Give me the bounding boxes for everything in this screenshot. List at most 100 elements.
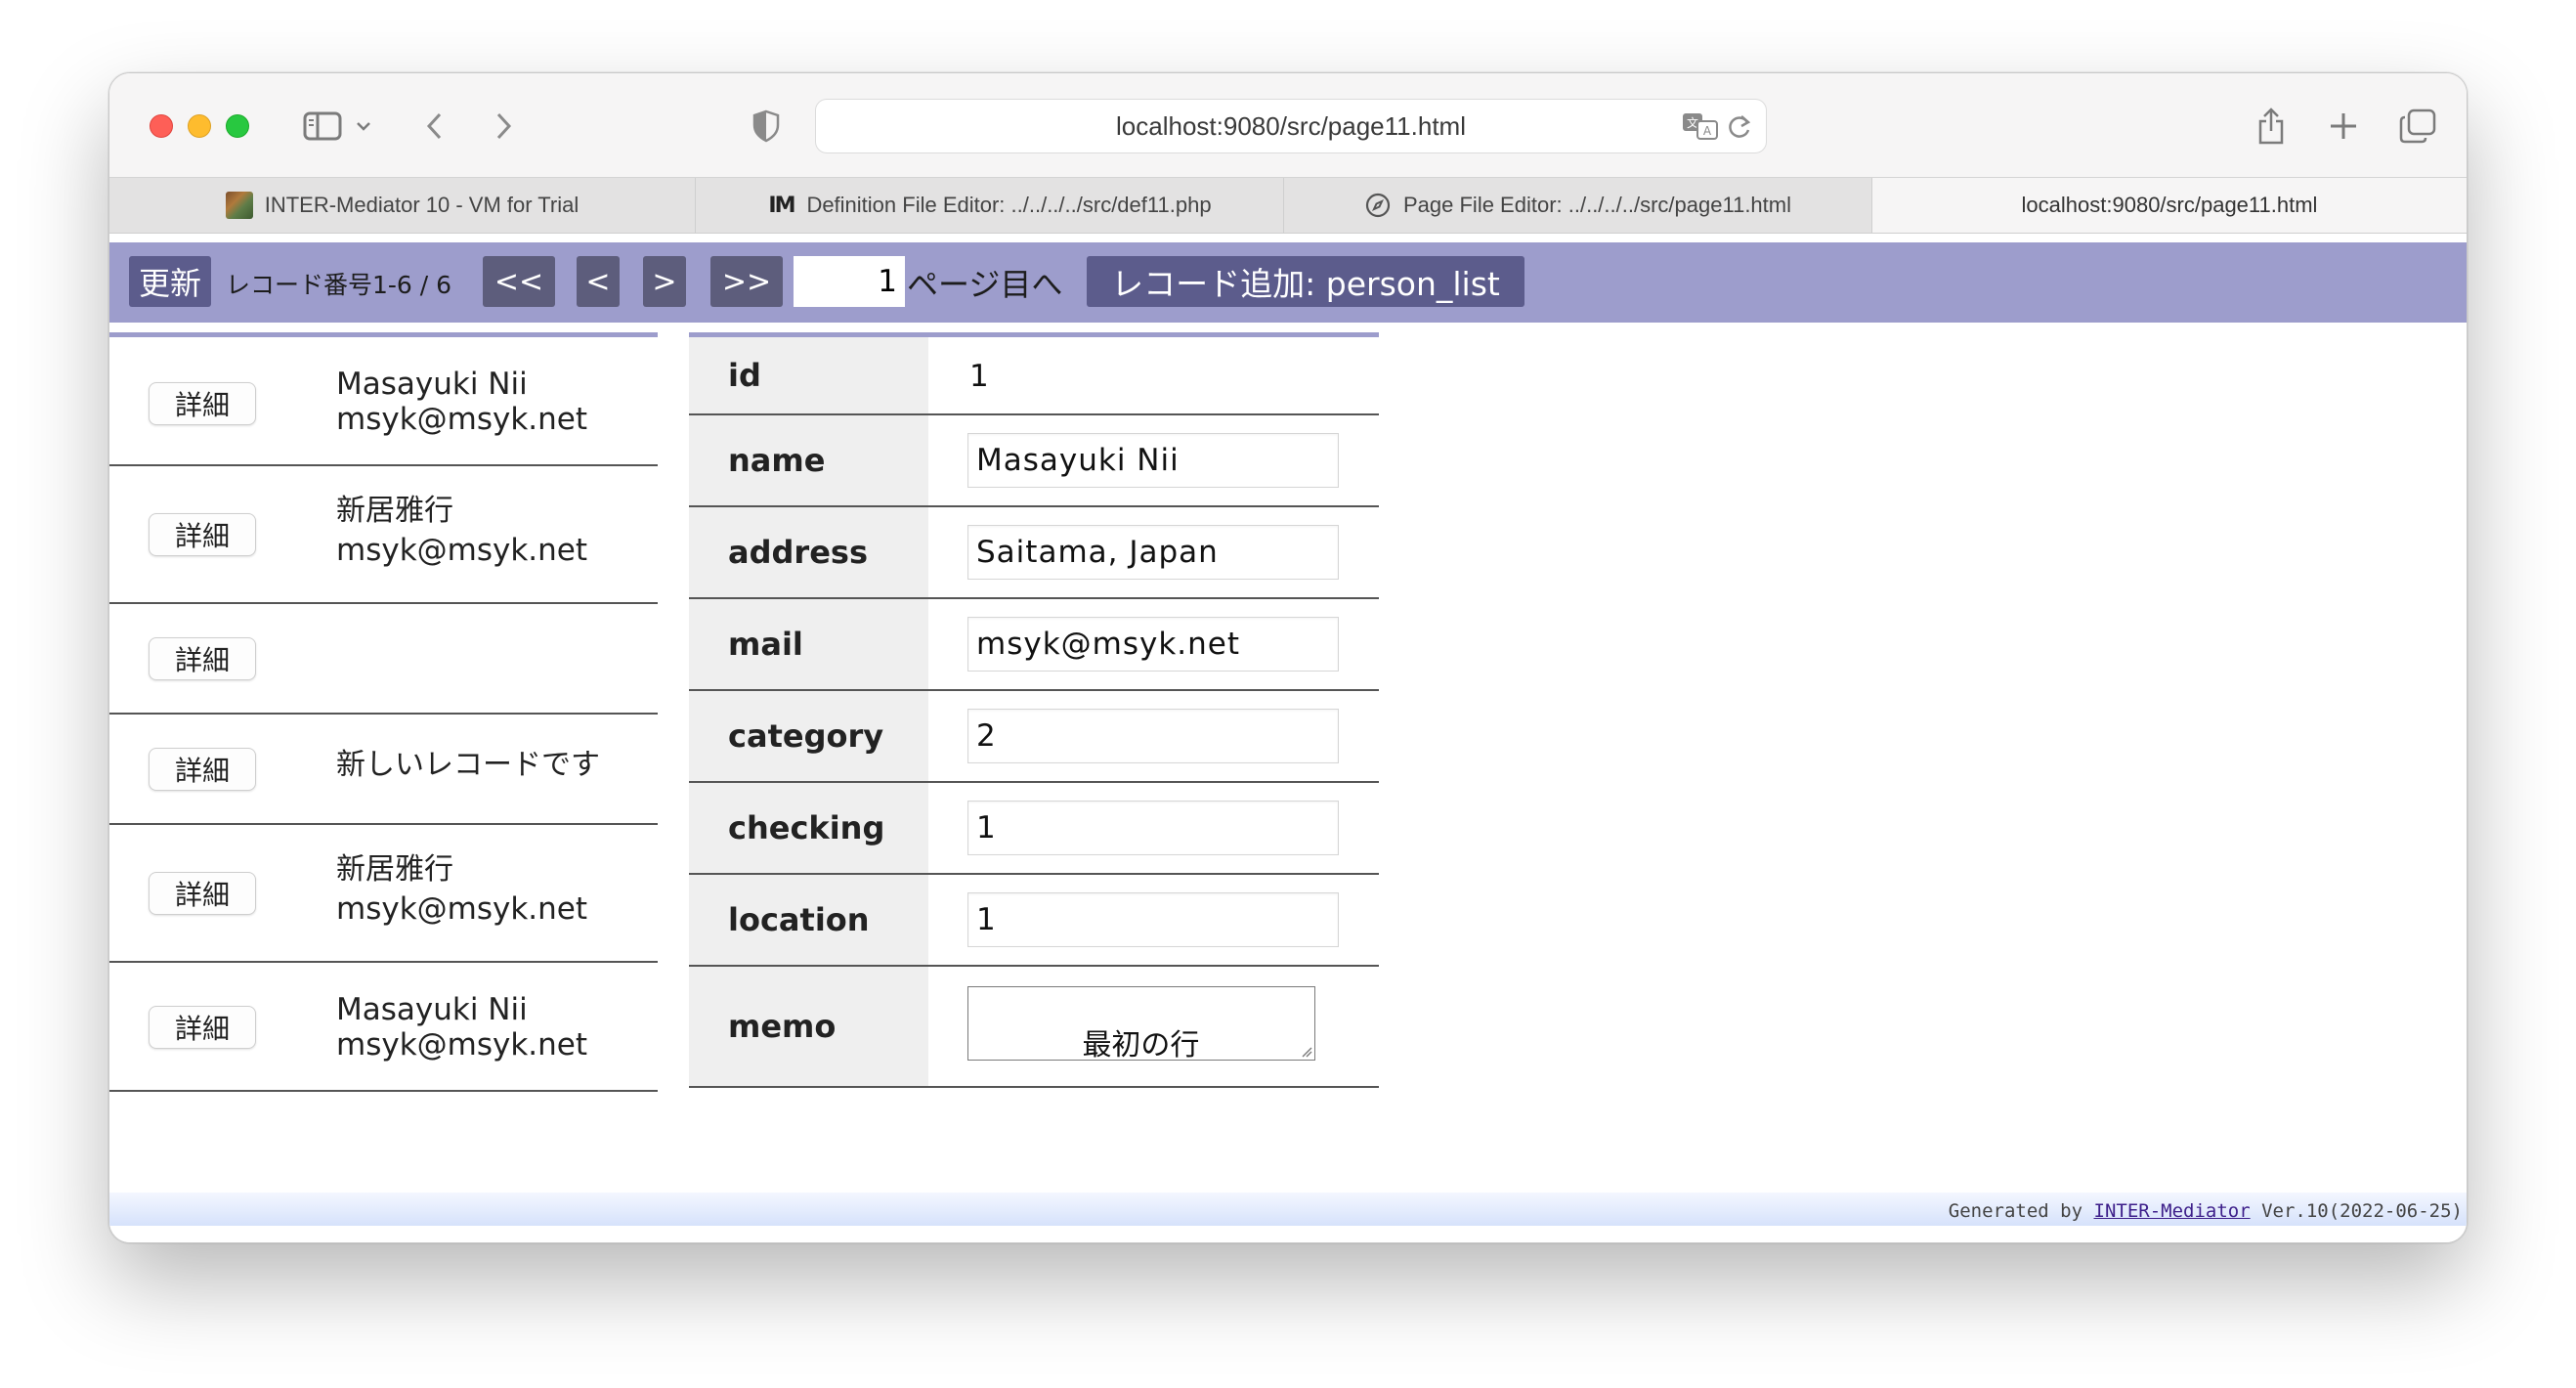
field-label: address [689, 507, 928, 597]
detail-row-checking: checking 1 [689, 783, 1379, 875]
list-item: 詳細 新しいレコードです [109, 715, 658, 825]
detail-row-name: name Masayuki Nii [689, 415, 1379, 507]
id-value: 1 [969, 359, 989, 394]
privacy-shield-icon[interactable] [749, 103, 784, 150]
list-item-text: 新居雅行 msyk@msyk.net [336, 848, 587, 927]
location-field[interactable]: 1 [967, 892, 1339, 947]
detail-row-mail: mail msyk@msyk.net [689, 599, 1379, 691]
forward-icon[interactable] [489, 103, 518, 150]
address-field[interactable]: Saitama, Japan [967, 525, 1339, 580]
list-item-mail: msyk@msyk.net [336, 1027, 588, 1063]
last-page-button[interactable]: >> [710, 256, 783, 307]
im-logo-favicon: IM [768, 193, 795, 218]
navigation-bar: 更新 レコード番号1-6 / 6 << < > >> ページ目へ レコード追加:… [109, 242, 2467, 323]
resize-handle-icon[interactable] [1301, 1046, 1312, 1058]
new-tab-icon[interactable] [2324, 103, 2363, 150]
record-list: 詳細 Masayuki Nii msyk@msyk.net 詳細 新居雅行 ms… [109, 332, 658, 1092]
generated-by-text: Generated by INTER-Mediator Ver.10(2022-… [1949, 1200, 2463, 1222]
page-footer: Generated by INTER-Mediator Ver.10(2022-… [109, 1193, 2467, 1226]
list-item-name: 新しいレコードです [336, 748, 600, 782]
refresh-button[interactable]: 更新 [129, 256, 211, 307]
tab-label: INTER-Mediator 10 - VM for Trial [264, 193, 580, 217]
detail-button[interactable]: 詳細 [149, 872, 256, 915]
tab-definition-file-editor[interactable]: IM Definition File Editor: ../../../../s… [696, 178, 1284, 233]
detail-row-location: location 1 [689, 875, 1379, 967]
compass-icon [1364, 192, 1392, 219]
photo-favicon [225, 192, 253, 219]
detail-button[interactable]: 詳細 [149, 382, 256, 425]
detail-row-id: id 1 [689, 337, 1379, 415]
sidebar-toggle-icon[interactable] [301, 103, 344, 150]
memo-textarea[interactable]: 最初の行 改行したよ [967, 986, 1315, 1061]
minimize-window-button[interactable] [188, 114, 211, 138]
page-content: 更新 レコード番号1-6 / 6 << < > >> ページ目へ レコード追加:… [109, 235, 2467, 1242]
back-icon[interactable] [420, 103, 450, 150]
list-item-name: Masayuki Nii [336, 367, 528, 402]
svg-text:A: A [1703, 124, 1712, 138]
address-bar[interactable]: localhost:9080/src/page11.html 文A [815, 99, 1767, 153]
tab-label: Page File Editor: ../../../../src/page11… [1403, 193, 1791, 217]
field-label: mail [689, 599, 928, 689]
tab-bar: INTER-Mediator 10 - VM for Trial IM Defi… [109, 177, 2467, 234]
record-detail-table: id 1 name Masayuki Nii address Saitama, … [689, 332, 1379, 1088]
list-item: 詳細 Masayuki Nii msyk@msyk.net [109, 337, 658, 466]
footer-suffix: Ver.10(2022-06-25) [2250, 1200, 2463, 1222]
field-label: name [689, 415, 928, 505]
browser-toolbar: localhost:9080/src/page11.html 文A [109, 73, 2467, 177]
list-item-name: 新居雅行 [336, 494, 453, 528]
inter-mediator-link[interactable]: INTER-Mediator [2094, 1200, 2251, 1222]
list-item: 詳細 新居雅行 msyk@msyk.net [109, 466, 658, 604]
footer-prefix: Generated by [1948, 1200, 2094, 1222]
field-label: checking [689, 783, 928, 873]
list-item-mail: msyk@msyk.net [336, 891, 588, 927]
zoom-window-button[interactable] [226, 114, 249, 138]
list-item: 詳細 新居雅行 msyk@msyk.net [109, 825, 658, 963]
list-item-name: 新居雅行 [336, 852, 453, 887]
list-item-name: Masayuki Nii [336, 992, 528, 1027]
add-record-button[interactable]: レコード追加: person_list [1087, 256, 1524, 307]
list-item-text: 新しいレコードです [336, 748, 600, 783]
field-label: memo [689, 967, 928, 1086]
detail-row-category: category 2 [689, 691, 1379, 783]
mail-field[interactable]: msyk@msyk.net [967, 617, 1339, 672]
detail-button[interactable]: 詳細 [149, 748, 256, 791]
translate-icon[interactable]: 文A [1682, 111, 1719, 145]
detail-button[interactable]: 詳細 [149, 1006, 256, 1049]
tab-label: Definition File Editor: ../../../../src/… [806, 193, 1212, 217]
share-icon[interactable] [2252, 103, 2291, 150]
page-number-input[interactable] [794, 256, 905, 307]
field-label: id [689, 337, 928, 413]
field-label: location [689, 875, 928, 965]
url-text: localhost:9080/src/page11.html [1116, 110, 1466, 141]
checking-field[interactable]: 1 [967, 801, 1339, 855]
detail-row-address: address Saitama, Japan [689, 507, 1379, 599]
tab-inter-mediator-vm[interactable]: INTER-Mediator 10 - VM for Trial [109, 178, 696, 233]
next-page-button[interactable]: > [643, 256, 686, 307]
record-info: レコード番号1-6 / 6 [226, 271, 452, 299]
detail-button[interactable]: 詳細 [149, 513, 256, 556]
prev-page-button[interactable]: < [577, 256, 620, 307]
memo-text: 最初の行 改行したよ [1082, 1028, 1200, 1061]
field-label: category [689, 691, 928, 781]
list-item-text: 新居雅行 msyk@msyk.net [336, 490, 587, 568]
list-item-text: Masayuki Nii msyk@msyk.net [336, 992, 587, 1063]
name-field[interactable]: Masayuki Nii [967, 433, 1339, 488]
list-item-mail: msyk@msyk.net [336, 533, 588, 568]
list-item: 詳細 Masayuki Nii msyk@msyk.net [109, 963, 658, 1092]
tab-label: localhost:9080/src/page11.html [2021, 193, 2318, 217]
reload-icon[interactable] [1727, 113, 1752, 145]
tab-page11-active[interactable]: localhost:9080/src/page11.html [1872, 178, 2467, 233]
first-page-button[interactable]: << [483, 256, 555, 307]
list-item: 詳細 [109, 604, 658, 715]
tab-overview-icon[interactable] [2396, 103, 2439, 150]
list-item-mail: msyk@msyk.net [336, 402, 588, 437]
category-field[interactable]: 2 [967, 709, 1339, 763]
detail-button[interactable]: 詳細 [149, 637, 256, 680]
browser-window: localhost:9080/src/page11.html 文A INTER-… [108, 72, 2468, 1243]
detail-row-memo: memo 最初の行 改行したよ [689, 967, 1379, 1088]
page-suffix-label: ページ目へ [907, 266, 1063, 303]
tab-page-file-editor[interactable]: Page File Editor: ../../../../src/page11… [1284, 178, 1872, 233]
chevron-down-icon[interactable] [354, 103, 373, 150]
close-window-button[interactable] [150, 114, 173, 138]
list-item-text: Masayuki Nii msyk@msyk.net [336, 367, 587, 437]
